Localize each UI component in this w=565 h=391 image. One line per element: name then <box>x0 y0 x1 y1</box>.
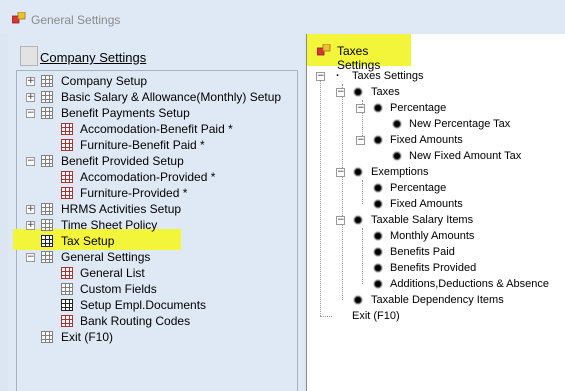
bullet-icon <box>374 248 382 256</box>
company-settings-button[interactable] <box>20 46 38 66</box>
grid-red-icon <box>61 267 73 279</box>
tree-item-exit[interactable]: Exit (F10) <box>61 329 113 345</box>
tree-item-hrms-activities[interactable]: HRMS Activities Setup <box>61 201 181 217</box>
grid-icon <box>41 155 53 167</box>
tree-item-benefit-provided[interactable]: Benefit Provided Setup <box>61 153 184 169</box>
grid-red-icon <box>61 171 73 183</box>
tree-line <box>362 228 363 284</box>
grid-icon <box>41 251 53 263</box>
grid-dark-icon <box>41 235 53 247</box>
tree-item-basic-salary[interactable]: Basic Salary & Allowance(Monthly) Setup <box>61 89 281 105</box>
window-title: General Settings <box>31 13 121 27</box>
bullet-icon <box>393 152 401 160</box>
bullet-icon <box>374 136 382 144</box>
bullet-icon <box>354 296 362 304</box>
bullet-icon <box>354 216 362 224</box>
bullet-icon <box>374 184 382 192</box>
collapse-icon[interactable]: − <box>26 109 35 118</box>
bullet-icon <box>354 168 362 176</box>
bullet-icon <box>354 88 362 96</box>
tree-item-exit[interactable]: Exit (F10) <box>352 308 400 324</box>
tree-item-percentage[interactable]: Percentage <box>390 100 446 116</box>
tree-item-benefits-provided[interactable]: Benefits Provided <box>390 260 476 276</box>
tree-item-custom-fields[interactable]: Custom Fields <box>80 281 157 297</box>
grid-red-icon <box>61 315 73 327</box>
collapse-icon[interactable]: − <box>26 253 35 262</box>
tree-item-bank-routing-codes[interactable]: Bank Routing Codes <box>80 313 190 329</box>
tree-item-general-list[interactable]: General List <box>80 265 145 281</box>
tree-item-furniture-provided[interactable]: Furniture-Provided * <box>80 185 187 201</box>
grid-icon <box>41 203 53 215</box>
bullet-icon <box>374 264 382 272</box>
tree-line <box>342 84 343 300</box>
tree-item-fixed-amounts[interactable]: Fixed Amounts <box>390 132 463 148</box>
grid-red-icon <box>61 123 73 135</box>
grid-red-icon <box>61 187 73 199</box>
grid-icon <box>41 107 53 119</box>
app-icon <box>317 44 331 56</box>
grid-icon <box>61 283 73 295</box>
tree-item-accomodation-benefit-paid[interactable]: Accomodation-Benefit Paid * <box>80 121 233 137</box>
tree-item-furniture-benefit-paid[interactable]: Furniture-Benefit Paid * <box>80 137 205 153</box>
tree-item-additions-deductions[interactable]: Additions,Deductions & Absence <box>390 276 549 292</box>
collapse-icon[interactable]: − <box>316 72 325 81</box>
tree-item-new-fixed-amount-tax[interactable]: New Fixed Amount Tax <box>409 148 521 164</box>
tree-item-exemptions-percentage[interactable]: Percentage <box>390 180 446 196</box>
title-bar: General Settings <box>0 0 565 34</box>
tree-item-setup-empl-documents[interactable]: Setup Empl.Documents <box>80 297 206 313</box>
tree-item-accomodation-provided[interactable]: Accomodation-Provided * <box>80 169 215 185</box>
tree-line <box>362 180 363 204</box>
taxes-settings-header: Taxes Settings <box>307 34 411 72</box>
collapse-icon[interactable]: − <box>356 104 365 113</box>
tree-item-exemptions[interactable]: Exemptions <box>371 164 428 180</box>
tree-item-company-setup[interactable]: Company Setup <box>61 73 147 89</box>
tree-item-general-settings[interactable]: General Settings <box>61 249 150 265</box>
bullet-icon <box>374 280 382 288</box>
grid-red-icon <box>61 139 73 151</box>
bullet-icon <box>374 232 382 240</box>
expand-icon[interactable]: + <box>26 205 35 214</box>
collapse-icon[interactable]: − <box>336 168 345 177</box>
tree-item-benefit-payments[interactable]: Benefit Payments Setup <box>61 105 190 121</box>
collapse-icon[interactable]: − <box>356 136 365 145</box>
collapse-icon[interactable]: − <box>336 88 345 97</box>
tree-item-monthly-amounts[interactable]: Monthly Amounts <box>390 228 474 244</box>
bullet-icon <box>374 200 382 208</box>
tree-item-taxes-settings[interactable]: Taxes Settings <box>352 68 424 84</box>
expand-icon[interactable]: + <box>26 93 35 102</box>
grid-icon <box>41 219 53 231</box>
tree-item-benefits-paid[interactable]: Benefits Paid <box>390 244 455 260</box>
bullet-icon <box>393 120 401 128</box>
grid-icon <box>41 331 53 343</box>
company-settings-label[interactable]: Company Settings <box>40 50 146 65</box>
bullet-icon <box>374 104 382 112</box>
grid-dark-icon <box>61 299 73 311</box>
tree-item-taxable-salary-items[interactable]: Taxable Salary Items <box>371 212 473 228</box>
tree-root-dot: · <box>336 70 340 82</box>
app-icon <box>12 12 26 24</box>
expand-icon[interactable]: + <box>26 77 35 86</box>
tree-item-taxes[interactable]: Taxes <box>371 84 400 100</box>
tree-line <box>320 76 321 316</box>
expand-icon[interactable]: + <box>26 221 35 230</box>
tree-item-new-percentage-tax[interactable]: New Percentage Tax <box>409 116 510 132</box>
tree-item-taxable-dependency-items[interactable]: Taxable Dependency Items <box>371 292 504 308</box>
collapse-icon[interactable]: − <box>336 216 345 225</box>
tree-item-tax-setup[interactable]: Tax Setup <box>61 233 114 249</box>
grid-icon <box>41 75 53 87</box>
grid-icon <box>41 91 53 103</box>
tree-item-exemptions-fixed-amounts[interactable]: Fixed Amounts <box>390 196 463 212</box>
tree-item-time-sheet-policy[interactable]: Time Sheet Policy <box>61 217 157 233</box>
tree-line <box>320 316 332 317</box>
collapse-icon[interactable]: − <box>26 157 35 166</box>
